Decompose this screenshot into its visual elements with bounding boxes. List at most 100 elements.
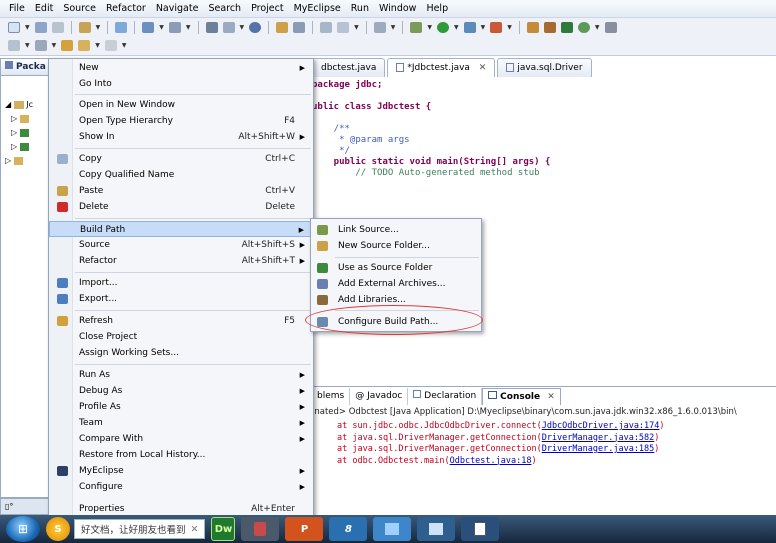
tab-jdbctest[interactable]: *Jdbctest.java ✕ (387, 58, 496, 77)
submenu-item-use-as-source-folder[interactable]: Use as Source Folder (311, 260, 481, 276)
stack-trace-link[interactable]: JdbcOdbcDriver.java:174 (542, 421, 660, 431)
code-line: // TODO Auto-generated method stub (312, 168, 540, 178)
context-menu-item-open-type-hierarchy[interactable]: Open Type Hierarchy F4 (49, 113, 313, 129)
context-menu-item-profile-as[interactable]: Profile As ▶ (49, 399, 313, 415)
taskbar-search-app[interactable]: S (46, 517, 70, 541)
new-class-icon[interactable] (560, 21, 573, 33)
context-menu-item-restore-from-local-history[interactable]: Restore from Local History... (49, 447, 313, 463)
taskbar-app[interactable] (373, 517, 412, 541)
context-menu-item-copy[interactable]: Copy Ctrl+C (49, 151, 313, 167)
context-menu-item-delete[interactable]: Delete Delete (49, 199, 313, 215)
stack-trace-link[interactable]: DriverManager.java:185 (542, 444, 655, 454)
tab-console[interactable]: Console ✕ (482, 388, 561, 405)
context-menu-item-refresh[interactable]: Refresh F5 (49, 313, 313, 329)
stack-trace-link[interactable]: Odbctest.java:18 (450, 456, 532, 466)
tab-java-sql-driver[interactable]: java.sql.Driver (497, 58, 592, 77)
toolbar-annotation-icon[interactable] (8, 40, 20, 51)
context-menu-item-source[interactable]: Source Alt+Shift+S ▶ (49, 237, 313, 253)
toolbar-browser-icon[interactable] (205, 21, 218, 33)
debug-icon[interactable] (410, 21, 423, 33)
menu-navigate[interactable]: Navigate (151, 0, 204, 18)
close-icon[interactable]: ✕ (547, 392, 555, 402)
menu-project[interactable]: Project (246, 0, 289, 18)
toolbar-open-icon[interactable] (293, 21, 306, 33)
close-icon[interactable]: ✕ (191, 524, 199, 535)
menu-refactor[interactable]: Refactor (101, 0, 151, 18)
close-icon[interactable]: ✕ (479, 63, 487, 73)
context-menu-item-export[interactable]: Export... (49, 291, 313, 307)
submenu-item-add-external-archives[interactable]: Add External Archives... (311, 276, 481, 292)
context-menu-item-debug-as[interactable]: Debug As ▶ (49, 383, 313, 399)
menu-run[interactable]: Run (346, 0, 374, 18)
context-menu-item-build-path[interactable]: Build Path ▶ (49, 221, 313, 237)
context-menu-item-configure[interactable]: Configure ▶ (49, 479, 313, 495)
context-menu-item-show-in[interactable]: Show In Alt+Shift+W ▶ (49, 129, 313, 145)
print-icon[interactable] (51, 21, 64, 33)
taskbar-powerpoint[interactable]: P (285, 517, 324, 541)
back-icon[interactable] (61, 40, 74, 51)
taskbar-notice[interactable]: 好文档，让好朋友也看到 ✕ (74, 519, 206, 539)
toolbar-globe-icon[interactable] (249, 21, 262, 33)
menu-item-label: Debug As (79, 386, 123, 396)
submenu-item-configure-build-path[interactable]: Configure Build Path... (311, 314, 481, 330)
taskbar-app[interactable]: 8 (329, 517, 368, 541)
taskbar-app[interactable] (417, 517, 456, 541)
tab-declaration[interactable]: Declaration (408, 388, 483, 405)
taskbar-dreamweaver[interactable]: Dw (211, 517, 236, 541)
tab-dbctest[interactable]: dbctest.java (312, 58, 386, 77)
tab-problems[interactable]: blems (312, 388, 351, 405)
menu-help[interactable]: Help (421, 0, 453, 18)
menu-edit[interactable]: Edit (30, 0, 58, 18)
context-menu-item-myeclipse[interactable]: MyEclipse ▶ (49, 463, 313, 479)
history-back-icon[interactable] (78, 40, 91, 51)
context-menu-item-new[interactable]: New ▶ (49, 60, 313, 76)
context-menu-item-close-project[interactable]: Close Project (49, 329, 313, 345)
console-header: inated> Odbctest [Java Application] D:\M… (312, 407, 737, 417)
toolbar-edit-icon[interactable] (222, 21, 235, 33)
toolbar-screen-icon[interactable] (373, 21, 386, 33)
external-tools-icon[interactable] (490, 21, 503, 33)
save-icon[interactable] (34, 21, 47, 33)
forward-icon[interactable] (104, 40, 117, 51)
context-menu-item-import[interactable]: Import... (49, 275, 313, 291)
context-menu-item-team[interactable]: Team ▶ (49, 415, 313, 431)
context-menu-item-run-as[interactable]: Run As ▶ (49, 367, 313, 383)
menu-search[interactable]: Search (203, 0, 246, 18)
menu-myeclipse[interactable]: MyEclipse (289, 0, 346, 18)
console-text: ) (659, 421, 665, 431)
toolbar-deploy-icon[interactable] (142, 21, 155, 33)
context-menu-item-open-in-new-window[interactable]: Open in New Window (49, 97, 313, 113)
tab-javadoc[interactable]: @ Javadoc (350, 388, 409, 405)
toolbar-tool-icon[interactable] (78, 21, 91, 33)
menu-window[interactable]: Window (374, 0, 421, 18)
context-menu-item-compare-with[interactable]: Compare With ▶ (49, 431, 313, 447)
run-icon[interactable] (437, 21, 449, 33)
new-package-icon[interactable] (543, 21, 556, 33)
context-menu-item-go-into[interactable]: Go Into (49, 76, 313, 92)
new-icon[interactable] (8, 21, 20, 33)
toolbar-next-annotation-icon[interactable] (34, 40, 47, 51)
menu-source[interactable]: Source (58, 0, 101, 18)
submenu-item-new-source-folder[interactable]: New Source Folder... (311, 238, 481, 254)
submenu-item-link-source[interactable]: Link Source... (311, 222, 481, 238)
taskbar-app[interactable] (461, 517, 500, 541)
run-config-icon[interactable] (463, 21, 476, 33)
toolbar-image-icon[interactable] (320, 21, 333, 33)
shortcut-label: Alt+Shift+S (241, 240, 295, 250)
toolbar-window-icon[interactable] (115, 21, 128, 33)
toolbar-extra-icon[interactable] (604, 21, 617, 33)
stack-trace-link[interactable]: DriverManager.java:582 (542, 433, 655, 443)
new-java-project-icon[interactable] (526, 21, 539, 33)
context-menu-item-assign-working-sets[interactable]: Assign Working Sets... (49, 345, 313, 361)
toolbar-lookup-icon[interactable] (337, 21, 350, 33)
context-menu-item-copy-qualified-name[interactable]: Copy Qualified Name (49, 167, 313, 183)
submenu-item-add-libraries[interactable]: Add Libraries... (311, 292, 481, 308)
toolbar-folder-icon[interactable] (276, 21, 289, 33)
context-menu-item-refactor[interactable]: Refactor Alt+Shift+T ▶ (49, 253, 313, 269)
new-interface-icon[interactable] (577, 21, 590, 33)
toolbar-server-icon[interactable] (168, 21, 181, 33)
menu-file[interactable]: File (4, 0, 30, 18)
context-menu-item-paste[interactable]: Paste Ctrl+V (49, 183, 313, 199)
taskbar-app[interactable] (241, 517, 280, 541)
start-button[interactable]: ⊞ (6, 516, 40, 542)
